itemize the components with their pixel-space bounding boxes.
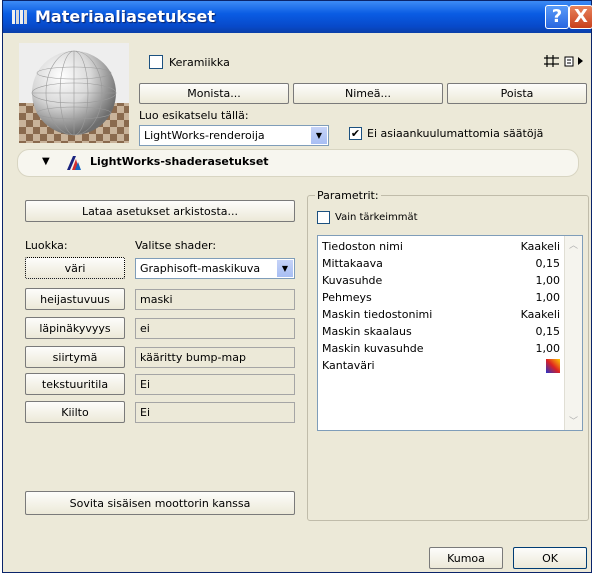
essential-only-label: Vain tärkeimmät [335, 212, 418, 223]
chevron-down-icon[interactable]: ▼ [310, 127, 327, 144]
param-value: Kaakeli [520, 240, 560, 253]
parameters-group-label: Parametrit: [315, 189, 381, 202]
menu-arrow-icon[interactable] [563, 53, 587, 69]
shader-column-header: Valitse shader: [135, 239, 217, 252]
shader-field-texture-space: Ei [135, 374, 295, 395]
param-value: 1,00 [535, 274, 561, 287]
param-key: Mittakaava [322, 257, 383, 270]
scroll-down-icon[interactable]: ﹀ [567, 414, 580, 428]
no-irrelevant-checkbox[interactable]: ✔ [349, 127, 362, 140]
param-value: Kaakeli [520, 308, 560, 321]
essential-only-checkbox[interactable] [317, 211, 330, 224]
shader-section-title: LightWorks-shaderasetukset [90, 155, 269, 168]
shader-field-transparency: ei [135, 318, 295, 339]
sync-internal-engine-button[interactable]: Sovita sisäisen moottorin kanssa [25, 491, 295, 515]
parameters-scrollbar[interactable]: ︿ ﹀ [564, 236, 582, 430]
param-value: 1,00 [535, 342, 561, 355]
grid-icon[interactable] [543, 53, 561, 69]
cancel-button[interactable]: Kumoa [429, 547, 503, 569]
material-name-label: Keramiikka [169, 56, 230, 69]
load-from-archive-button[interactable]: Lataa asetukset arkistosta... [25, 200, 295, 222]
list-item[interactable]: Kuvasuhde 1,00 [322, 274, 560, 288]
param-value: 1,00 [535, 291, 561, 304]
delete-button[interactable]: Poista [447, 83, 587, 104]
param-key: Maskin skaalaus [322, 325, 412, 338]
param-key: Kuvasuhde [322, 274, 383, 287]
no-irrelevant-label: Ei asiaankuulumattomia säätöjä [367, 127, 544, 140]
list-item[interactable]: Mittakaava 0,15 [322, 257, 560, 271]
param-key: Kantaväri [322, 359, 375, 372]
material-settings-dialog: Materiaaliasetukset ? X Keramiikka Monis… [2, 0, 593, 573]
preview-engine-label: Luo esikatselu tällä: [139, 109, 249, 122]
list-item[interactable]: Maskin tiedostonimi Kaakeli [322, 308, 560, 322]
class-button-texture-space[interactable]: tekstuuritila [25, 373, 125, 395]
list-item[interactable]: Tiedoston nimi Kaakeli [322, 240, 560, 254]
material-enable-checkbox[interactable] [149, 55, 163, 69]
shader-value-color: Graphisoft-maskikuva [140, 262, 261, 275]
parameters-list[interactable]: Tiedoston nimi Kaakeli Mittakaava 0,15 Kuv… [317, 235, 583, 431]
preview-engine-value: LightWorks-renderoija [144, 129, 265, 142]
window-title: Materiaaliasetukset [35, 7, 216, 26]
list-item[interactable]: Maskin skaalaus 0,15 [322, 325, 560, 339]
class-button-color[interactable]: väri [25, 257, 125, 279]
param-key: Tiedoston nimi [322, 240, 403, 253]
class-button-gloss[interactable]: Kiilto [25, 401, 125, 423]
base-color-swatch-icon[interactable] [546, 359, 560, 373]
list-item[interactable]: Maskin kuvasuhde 1,00 [322, 342, 560, 356]
list-item[interactable]: Kantaväri [322, 359, 560, 373]
close-button[interactable]: X [569, 5, 593, 29]
list-item[interactable]: Pehmeys 1,00 [322, 291, 560, 305]
shader-field-displacement: kääritty bump-map [135, 347, 295, 368]
shader-field-gloss: Ei [135, 402, 295, 423]
lightworks-logo-icon [67, 156, 81, 170]
param-value: 0,15 [535, 325, 561, 338]
help-button[interactable]: ? [545, 5, 569, 29]
chevron-down-icon[interactable]: ▼ [276, 260, 293, 277]
shader-select-color[interactable]: Graphisoft-maskikuva ▼ [135, 258, 295, 279]
shader-field-reflectance: maski [135, 289, 295, 310]
material-preview-image [19, 43, 129, 143]
collapse-triangle-icon[interactable]: ▼ [42, 156, 50, 167]
class-button-transparency[interactable]: läpinäkyvyys [25, 317, 125, 339]
param-value: 0,15 [535, 257, 561, 270]
class-column-header: Luokka: [25, 239, 68, 252]
shader-section-header[interactable]: ▼ LightWorks-shaderasetukset [17, 149, 579, 177]
ok-button[interactable]: OK [513, 547, 587, 569]
preview-engine-select[interactable]: LightWorks-renderoija ▼ [139, 125, 329, 146]
param-key: Maskin tiedostonimi [322, 308, 433, 321]
class-button-displacement[interactable]: siirtymä [25, 346, 125, 368]
material-palette-icon [12, 10, 27, 24]
scroll-up-icon[interactable]: ︿ [567, 238, 580, 252]
title-bar[interactable]: Materiaaliasetukset ? X [3, 1, 593, 33]
class-button-reflectance[interactable]: heijastuvuus [25, 288, 125, 310]
param-key: Maskin kuvasuhde [322, 342, 424, 355]
rename-button[interactable]: Nimeä... [293, 83, 443, 104]
duplicate-button[interactable]: Monista... [139, 83, 289, 104]
param-key: Pehmeys [322, 291, 372, 304]
